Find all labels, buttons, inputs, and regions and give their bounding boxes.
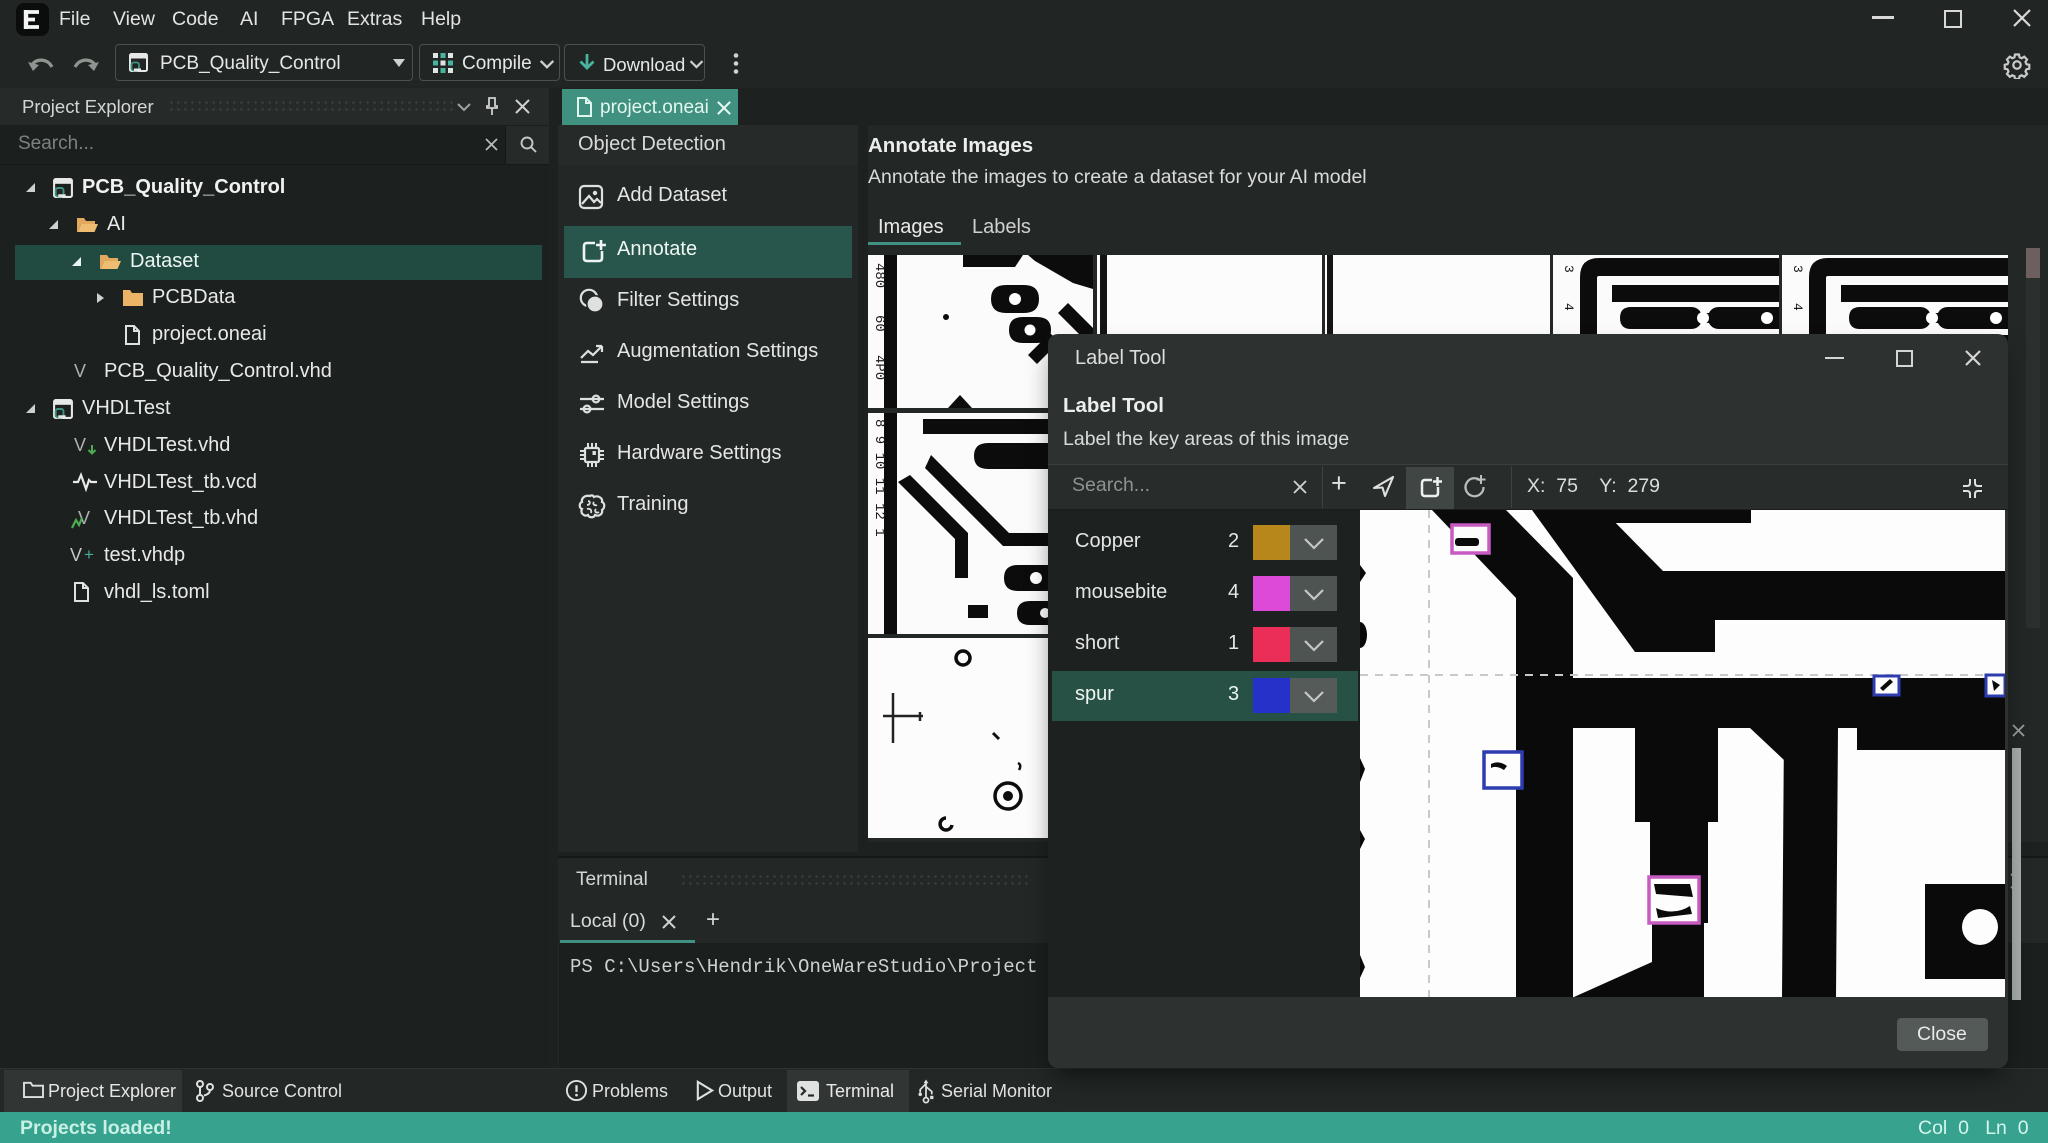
svg-text:480: 480 (871, 263, 887, 288)
svg-text:4: 4 (1790, 303, 1805, 311)
svg-text:4: 4 (1561, 303, 1576, 311)
svg-text:4P0: 4P0 (871, 355, 887, 380)
svg-text:8 9 10 11 12 1: 8 9 10 11 12 1 (871, 419, 887, 537)
svg-text:60: 60 (871, 315, 887, 332)
svg-text:3: 3 (1790, 265, 1805, 273)
svg-text:3: 3 (1561, 265, 1576, 273)
